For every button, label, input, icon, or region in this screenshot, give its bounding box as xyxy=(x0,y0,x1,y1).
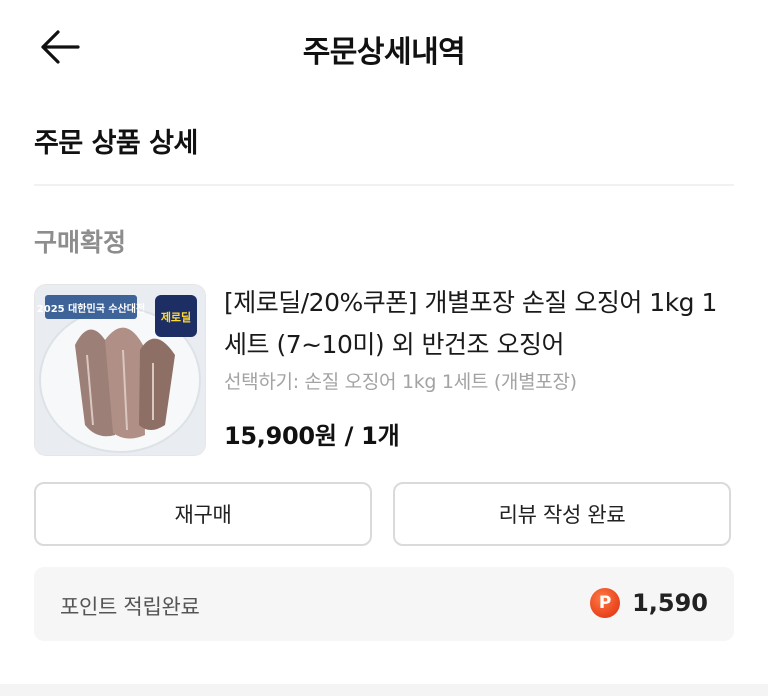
product-option: 선택하기: 손질 오징어 1kg 1세트 (개별포장) xyxy=(224,371,577,393)
product-price: 15,900원 / 1개 xyxy=(224,422,400,450)
thumb-banner-text: 2025 대한민국 수산대전 xyxy=(37,302,145,315)
bottom-divider xyxy=(0,684,768,696)
divider xyxy=(34,184,734,186)
page-title: 주문상세내역 xyxy=(302,35,466,70)
point-icon: P xyxy=(590,588,621,618)
points-box: 포인트 적립완료 P 1,590 xyxy=(34,567,734,641)
points-value: 1,590 xyxy=(632,589,708,617)
order-status: 구매확정 xyxy=(34,228,127,257)
review-complete-button[interactable]: 리뷰 작성 완료 xyxy=(393,482,731,546)
points-amount: P 1,590 xyxy=(590,588,708,618)
thumb-badge-text: 제로딜 xyxy=(161,310,191,324)
product-name[interactable]: [제로딜/20%쿠폰] 개별포장 손질 오징어 1kg 1세트 (7~10미) … xyxy=(224,282,734,366)
product-thumbnail[interactable]: 2025 대한민국 수산대전 제로딜 xyxy=(34,284,206,456)
squid-product-image: 2025 대한민국 수산대전 제로딜 xyxy=(35,285,205,455)
section-title: 주문 상품 상세 xyxy=(34,128,198,159)
rebuy-button[interactable]: 재구매 xyxy=(34,482,372,546)
points-label: 포인트 적립완료 xyxy=(60,595,200,619)
header: 주문상세내역 xyxy=(0,0,768,96)
